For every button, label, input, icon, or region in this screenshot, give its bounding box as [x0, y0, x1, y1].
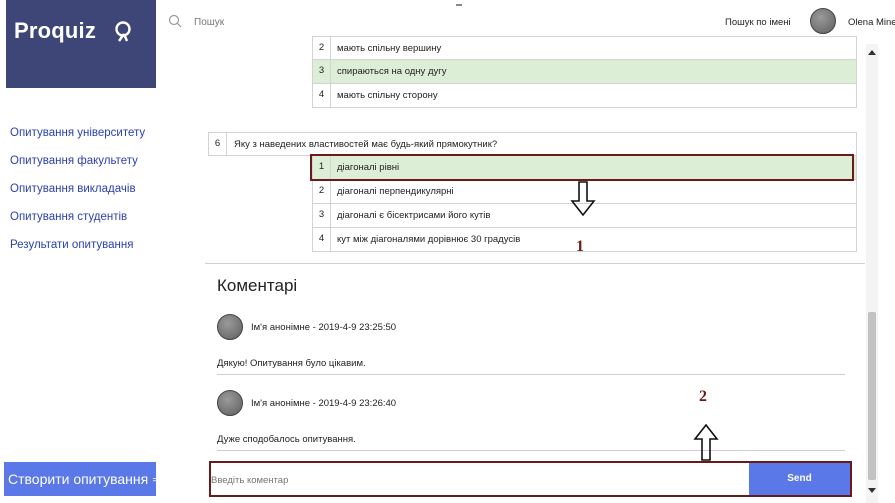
comment-form: Send — [209, 461, 852, 497]
answer-number: 3 — [313, 204, 331, 227]
comment-input[interactable] — [211, 463, 747, 495]
answer-row[interactable]: 4 кут між діагоналями дорівнює 30 градус… — [312, 228, 857, 252]
answer-number: 3 — [313, 60, 331, 83]
comment-text: Дуже сподобалось опитування. — [217, 434, 356, 445]
comment-avatar — [217, 390, 243, 416]
question-row: 6 Яку з наведених властивостей має будь-… — [208, 132, 857, 156]
comments-title: Коментарі — [217, 276, 298, 295]
answer-number: 2 — [313, 37, 331, 59]
search-icon[interactable] — [168, 14, 182, 28]
search-input[interactable] — [194, 13, 394, 31]
answer-text: мають спільну сторону — [337, 90, 438, 101]
comment-text: Дякую! Опитування було цікавим. — [217, 358, 366, 369]
sidebar-item-teachers[interactable]: Опитування викладачів — [10, 182, 145, 210]
create-survey-button[interactable]: Створити опитування ⇒ — [4, 462, 164, 496]
answer-text: діагоналі є бісектрисами його кутів — [337, 210, 491, 221]
scrollbar[interactable] — [866, 44, 878, 503]
answer-row[interactable]: 4 мають спільну сторону — [312, 84, 857, 108]
user-name[interactable]: Olena Minen — [848, 17, 895, 28]
up-arrow-icon — [693, 424, 719, 461]
top-indicator — [456, 4, 462, 6]
logo-text: Proquiz — [14, 18, 97, 43]
sidebar-item-students[interactable]: Опитування студентів — [10, 210, 145, 238]
annotation-label-1: 1 — [576, 238, 584, 255]
scroll-up-icon[interactable] — [868, 50, 876, 55]
main-content: 2 мають спільну вершину 3 спираються на … — [205, 36, 865, 503]
comment-author: Ім'я анонімне - 2019-4-9 23:26:40 — [251, 398, 397, 409]
sidebar: Proquiz Опитування університету Опитуван… — [0, 0, 164, 503]
sidebar-item-results[interactable]: Результати опитування — [10, 238, 145, 266]
answer-number: 4 — [313, 84, 331, 107]
down-arrow-icon — [570, 181, 596, 217]
prev-answers: 2 мають спільну вершину 3 спираються на … — [312, 36, 857, 108]
answer-number: 2 — [313, 180, 331, 203]
section-divider — [205, 263, 865, 264]
answer-row[interactable]: 3 спираються на одну дугу — [312, 60, 857, 84]
user-avatar[interactable] — [810, 8, 836, 34]
answer-text: мають спільну вершину — [337, 42, 442, 54]
annotation-label-2: 2 — [699, 388, 707, 405]
search-by-name-link[interactable]: Пошук по імені — [725, 17, 791, 28]
comment-avatar — [217, 314, 243, 340]
side-nav: Опитування університету Опитування факул… — [10, 126, 145, 266]
answer-number: 4 — [313, 228, 331, 251]
question-number: 6 — [209, 133, 227, 155]
answer-text: діагоналі перпендикулярні — [337, 186, 454, 197]
scrollbar-thumb[interactable] — [868, 312, 876, 480]
logo[interactable]: Proquiz — [6, 0, 156, 88]
answer-text: спираються на одну дугу — [337, 66, 447, 77]
magnifier-logo-icon — [115, 21, 131, 42]
scroll-down-icon[interactable] — [868, 488, 876, 493]
comment-divider — [217, 450, 845, 451]
question-text: Яку з наведених властивостей має будь-як… — [234, 138, 498, 150]
answer-row[interactable]: 2 мають спільну вершину — [312, 36, 857, 60]
sidebar-item-faculty[interactable]: Опитування факультету — [10, 154, 145, 182]
send-button[interactable]: Send — [749, 463, 850, 495]
sidebar-item-university[interactable]: Опитування університету — [10, 126, 145, 154]
comment-author: Ім'я анонімне - 2019-4-9 23:25:50 — [251, 322, 397, 333]
annotation-box-answer — [310, 154, 854, 181]
answer-text: кут між діагоналями дорівнює 30 градусів — [337, 234, 521, 245]
comment-divider — [217, 374, 845, 375]
